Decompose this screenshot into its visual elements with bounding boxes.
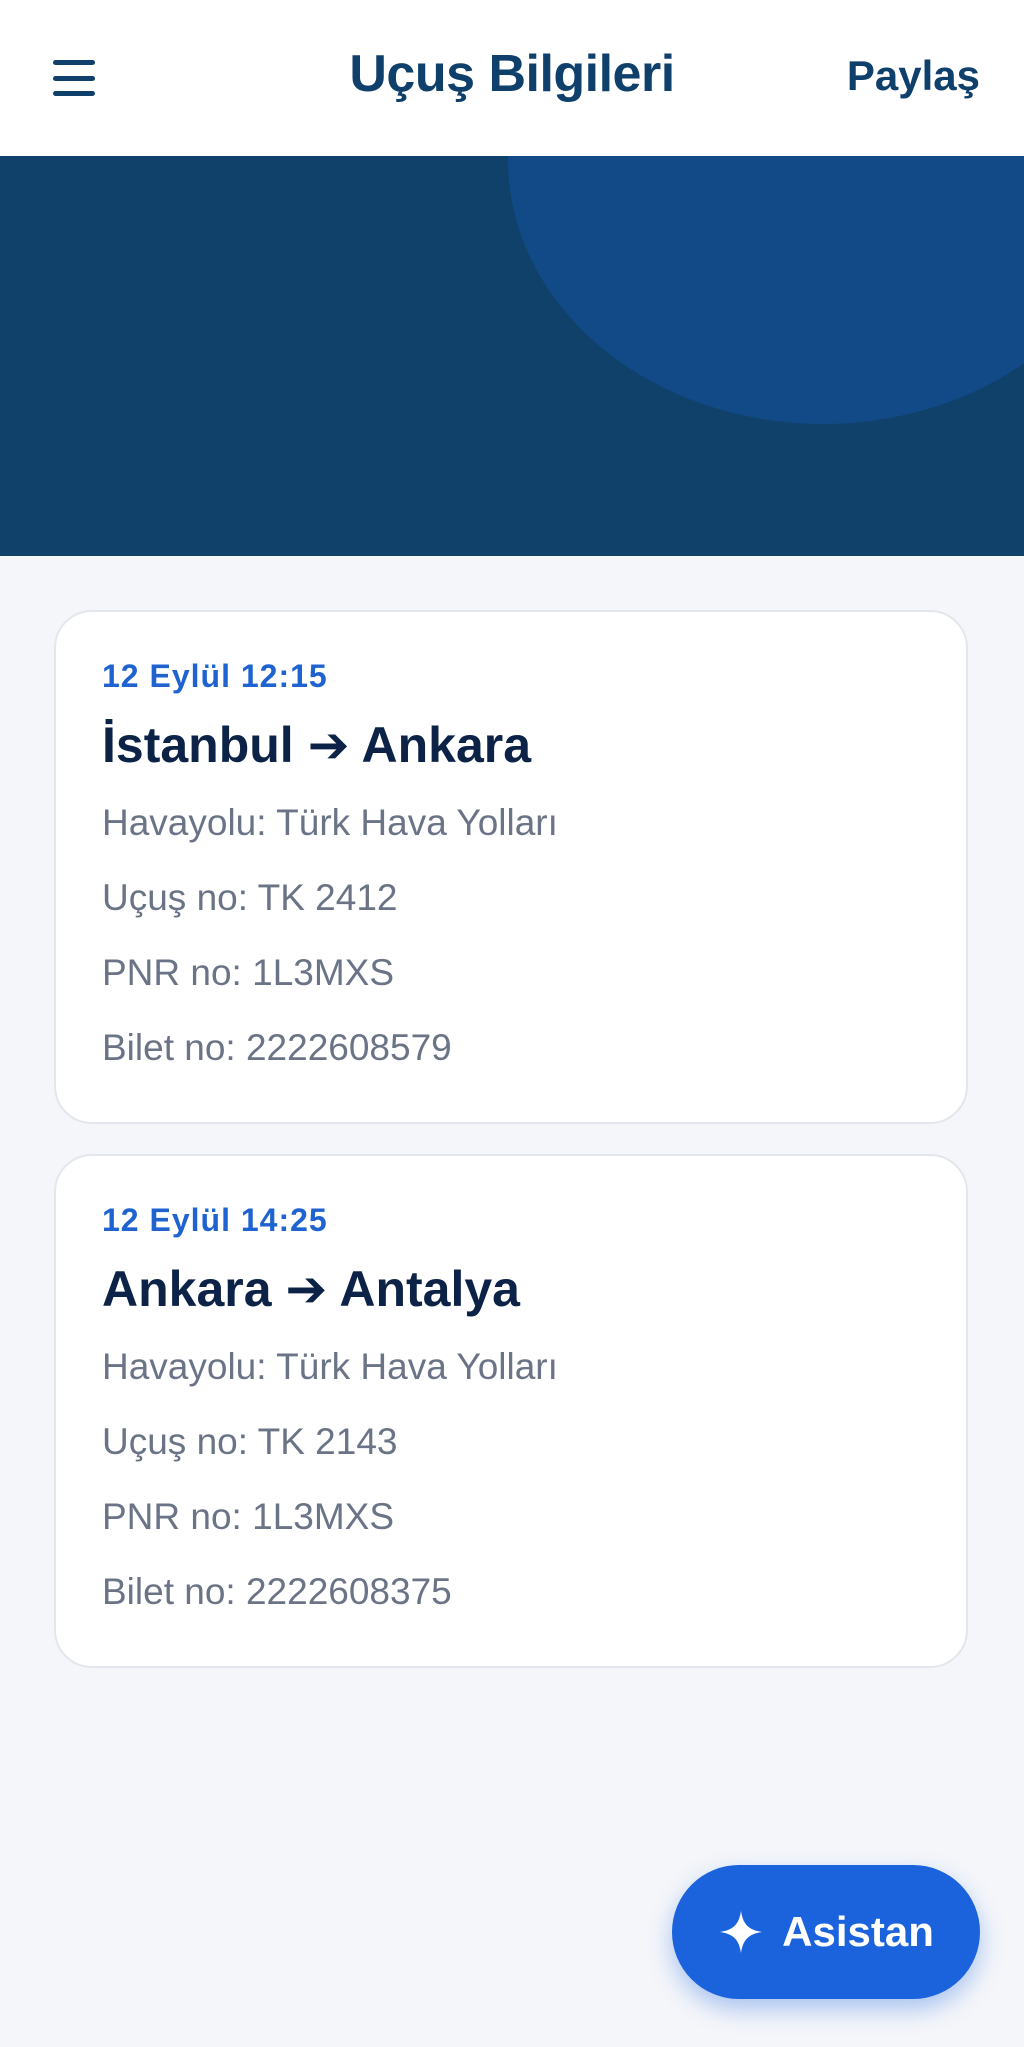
flight-number: Uçuş no: TK 2412 [102, 877, 398, 918]
hero-banner [0, 156, 1024, 556]
flight-card[interactable]: 12 Eylül 12:15 İstanbul ➔ Ankara Havayol… [54, 610, 968, 1124]
flight-pnr: PNR no: 1L3MXS [102, 952, 395, 993]
flight-ticket: Bilet no: 2222608375 [102, 1571, 452, 1612]
hero-decorative-circle [508, 156, 1024, 424]
flight-number: Uçuş no: TK 2143 [102, 1421, 398, 1462]
assistant-button[interactable]: Asistan [672, 1865, 980, 1999]
flight-date-time: 12 Eylül 14:25 [102, 1202, 328, 1238]
flight-pnr: PNR no: 1L3MXS [102, 1496, 395, 1537]
sparkle-icon [720, 1910, 763, 1954]
flight-card[interactable]: 12 Eylül 14:25 Ankara ➔ Antalya Havayolu… [54, 1154, 968, 1668]
assistant-button-label: Asistan [782, 1908, 934, 1955]
flight-date-time: 12 Eylül 12:15 [102, 658, 328, 694]
flight-route: İstanbul ➔ Ankara [102, 717, 532, 773]
flight-ticket: Bilet no: 2222608579 [102, 1027, 452, 1068]
top-app-bar: Uçuş Bilgileri Paylaş [0, 0, 1024, 156]
flight-airline: Havayolu: Türk Hava Yolları [102, 1346, 558, 1387]
share-button[interactable]: Paylaş [847, 52, 980, 100]
flight-route: Ankara ➔ Antalya [102, 1261, 520, 1317]
flight-airline: Havayolu: Türk Hava Yolları [102, 802, 558, 843]
